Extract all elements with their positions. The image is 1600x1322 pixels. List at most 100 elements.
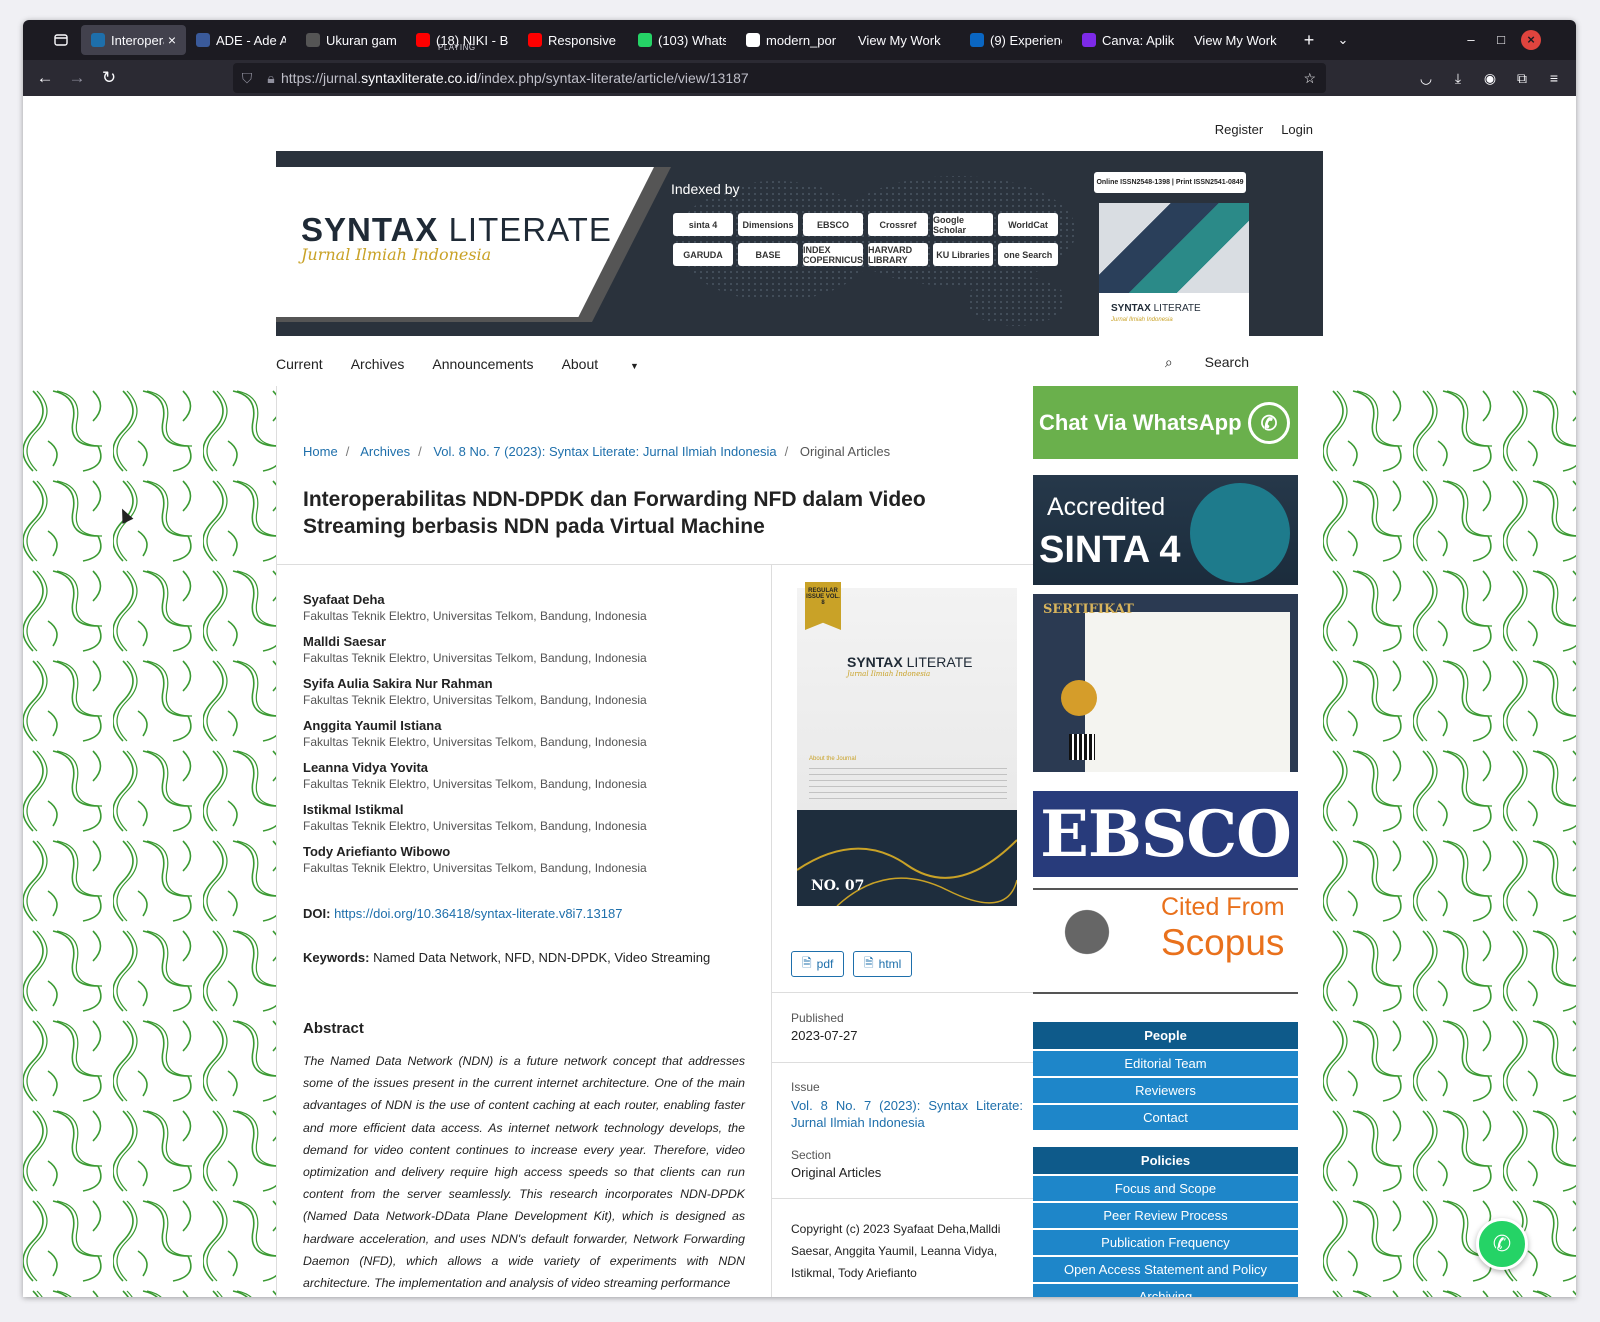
author-affiliation: Fakultas Teknik Elektro, Universitas Tel… [303,735,647,749]
nav-about[interactable]: About ▼ [562,356,667,372]
extensions-icon[interactable]: ⧉ [1506,62,1538,94]
policies-heading: Policies [1033,1147,1298,1174]
author-item: Leanna Vidya Yovita Fakultas Teknik Elekt… [303,759,763,792]
elsevier-tree-icon [1039,896,1135,986]
certificate-image[interactable]: SERTIFIKAT [1033,594,1298,772]
issue-cover-image[interactable]: REGULAR ISSUE VOL. 8 SYNTAX LITERATE Jur… [797,582,1017,906]
sidebar-link[interactable]: Focus and Scope [1033,1176,1298,1201]
browser-tab[interactable]: Canva: Aplika [1072,25,1184,55]
browser-tab[interactable]: Ukuran gamb [296,25,406,55]
tab-overview-button[interactable] [41,20,81,60]
sidebar-link[interactable]: Contact [1033,1105,1298,1130]
browser-tab[interactable]: (9) Experienc [960,25,1072,55]
reload-icon[interactable]: ↻ [93,62,125,94]
author-item: Tody Ariefianto Wibowo Fakultas Teknik El… [303,843,763,876]
browser-tab[interactable]: Interopera× [81,25,186,55]
section-value: Original Articles [791,1165,882,1180]
author-affiliation: Fakultas Teknik Elektro, Universitas Tel… [303,819,647,833]
cover-top: REGULAR ISSUE VOL. 8 SYNTAX LITERATE Jur… [797,582,1017,810]
author-item: Malldi Saesar Fakultas Teknik Elektro, Un… [303,633,763,666]
pdf-galley-button[interactable]: 🗎︎ pdf [791,951,845,977]
browser-tab[interactable]: ADE - Ade Ad [186,25,296,55]
author-name: Malldi Saesar [303,634,387,649]
login-link[interactable]: Login [1281,122,1313,137]
doi-row: DOI: https://doi.org/10.36418/syntax-lit… [303,906,622,921]
new-tab-button[interactable]: + [1292,30,1326,51]
issue-label: Issue [791,1080,820,1094]
breadcrumb-archives[interactable]: Archives [360,444,410,459]
user-links: Register Login [1215,122,1313,137]
divider [772,1198,1042,1199]
syntax-favicon-icon [91,33,105,47]
minimize-button[interactable]: – [1461,30,1481,50]
shield-icon[interactable]: ⛉ [233,70,261,87]
scopus-banner[interactable]: Cited From Scopus [1033,888,1298,994]
whatsapp-floating-button[interactable]: ✆ [1476,1218,1528,1270]
sidebar-link[interactable]: Reviewers [1033,1078,1298,1103]
maximize-button[interactable]: □ [1491,30,1511,50]
menu-hamburger-icon[interactable]: ≡ [1538,62,1570,94]
search-link[interactable]: ⌕ Search [1165,354,1277,371]
nav-bar: ← → ↻ ⛉ 🔒︎ https://jurnal.syntaxliterate… [23,60,1576,96]
sidebar-link[interactable]: Open Access Statement and Policy [1033,1257,1298,1282]
journal-subtitle: Jurnal Ilmiah Indonesia [301,245,492,264]
sidebar-link[interactable]: Archiving [1033,1284,1298,1297]
nav-current[interactable]: Current [276,356,323,372]
cover-about: About the Journal [809,756,857,762]
divider [772,1062,1042,1063]
tab-title: Interopera [111,32,164,48]
close-window-button[interactable]: × [1521,30,1541,50]
forward-arrow-icon[interactable]: → [61,62,93,94]
whatsapp-favicon-icon [638,33,652,47]
back-arrow-icon[interactable]: ← [29,62,61,94]
browser-tab[interactable]: View My Work [848,25,960,55]
bookmark-star-icon[interactable]: ☆ [1303,70,1316,87]
sinta-accreditation-banner[interactable]: Accredited SINTA 4 [1033,475,1298,585]
nav-announcements[interactable]: Announcements [432,356,533,372]
doi-link[interactable]: https://doi.org/10.36418/syntax-literate… [334,906,622,921]
url-bar[interactable]: ⛉ 🔒︎ https://jurnal.syntaxliterate.co.id… [233,63,1326,93]
indexer-logo: one Search [998,243,1058,266]
sidebar: Chat Via WhatsApp ✆ Accredited SINTA 4 SE… [1033,386,1298,1297]
html-galley-button[interactable]: 🗎︎ html [853,951,913,977]
account-icon[interactable]: ◉ [1474,62,1506,94]
pocket-icon[interactable]: ◡ [1410,62,1442,94]
indexer-logo: Dimensions [738,213,798,236]
issue-link[interactable]: Vol. 8 No. 7 (2023): Syntax Literate: Ju… [791,1097,1023,1131]
nav-archives[interactable]: Archives [351,356,405,372]
browser-tab[interactable]: View My Work [1184,25,1292,55]
ebsco-logo[interactable]: EBSCO [1033,791,1298,877]
list-tabs-chevron-down-icon[interactable]: ⌄ [1326,32,1360,48]
canva-favicon-icon [1082,33,1096,47]
browser-tab[interactable]: (18) NIKI - Ba PLAYING [406,25,518,55]
breadcrumb-issue[interactable]: Vol. 8 No. 7 (2023): Syntax Literate: Ju… [433,444,776,459]
tab-close-icon[interactable]: × [168,32,176,48]
sidebar-link[interactable]: Peer Review Process [1033,1203,1298,1228]
sidebar-link[interactable]: Publication Frequency [1033,1230,1298,1255]
indexer-logo: sinta 4 [673,213,733,236]
register-link[interactable]: Register [1215,122,1263,137]
whatsapp-icon: ✆ [1492,1231,1512,1256]
indexer-logo: HARVARD LIBRARY [868,243,928,266]
sidebar-link[interactable]: Editorial Team [1033,1051,1298,1076]
author-list: Syafaat Deha Fakultas Teknik Elektro, Uni… [303,591,763,885]
doi-label: DOI: [303,906,331,921]
file-pdf-icon: 🗎︎ [802,955,812,970]
cover-title: SYNTAX LITERATE [847,654,973,670]
scopus-label: Scopus [1161,922,1285,963]
published-date: 2023-07-27 [791,1028,858,1043]
browser-tab[interactable]: modern_por [736,25,848,55]
html-label: html [878,957,902,971]
indexer-logo: Crossref [868,213,928,236]
lock-icon[interactable]: 🔒︎ [261,70,281,87]
cover-issue-number: NO. 07 [811,878,865,894]
breadcrumb-home[interactable]: Home [303,444,338,459]
url-text[interactable]: https://jurnal.syntaxliterate.co.id/inde… [281,70,749,86]
author-affiliation: Fakultas Teknik Elektro, Universitas Tel… [303,861,647,875]
indexer-logo: GARUDA [673,243,733,266]
browser-tab[interactable]: Responsive F [518,25,628,55]
journal-banner[interactable]: SYNTAX LITERATE Jurnal Ilmiah Indonesia … [276,151,1323,336]
browser-tab[interactable]: (103) WhatsA [628,25,736,55]
whatsapp-chat-banner[interactable]: Chat Via WhatsApp ✆ [1033,386,1298,459]
downloads-icon[interactable]: ⤓ [1442,62,1474,94]
